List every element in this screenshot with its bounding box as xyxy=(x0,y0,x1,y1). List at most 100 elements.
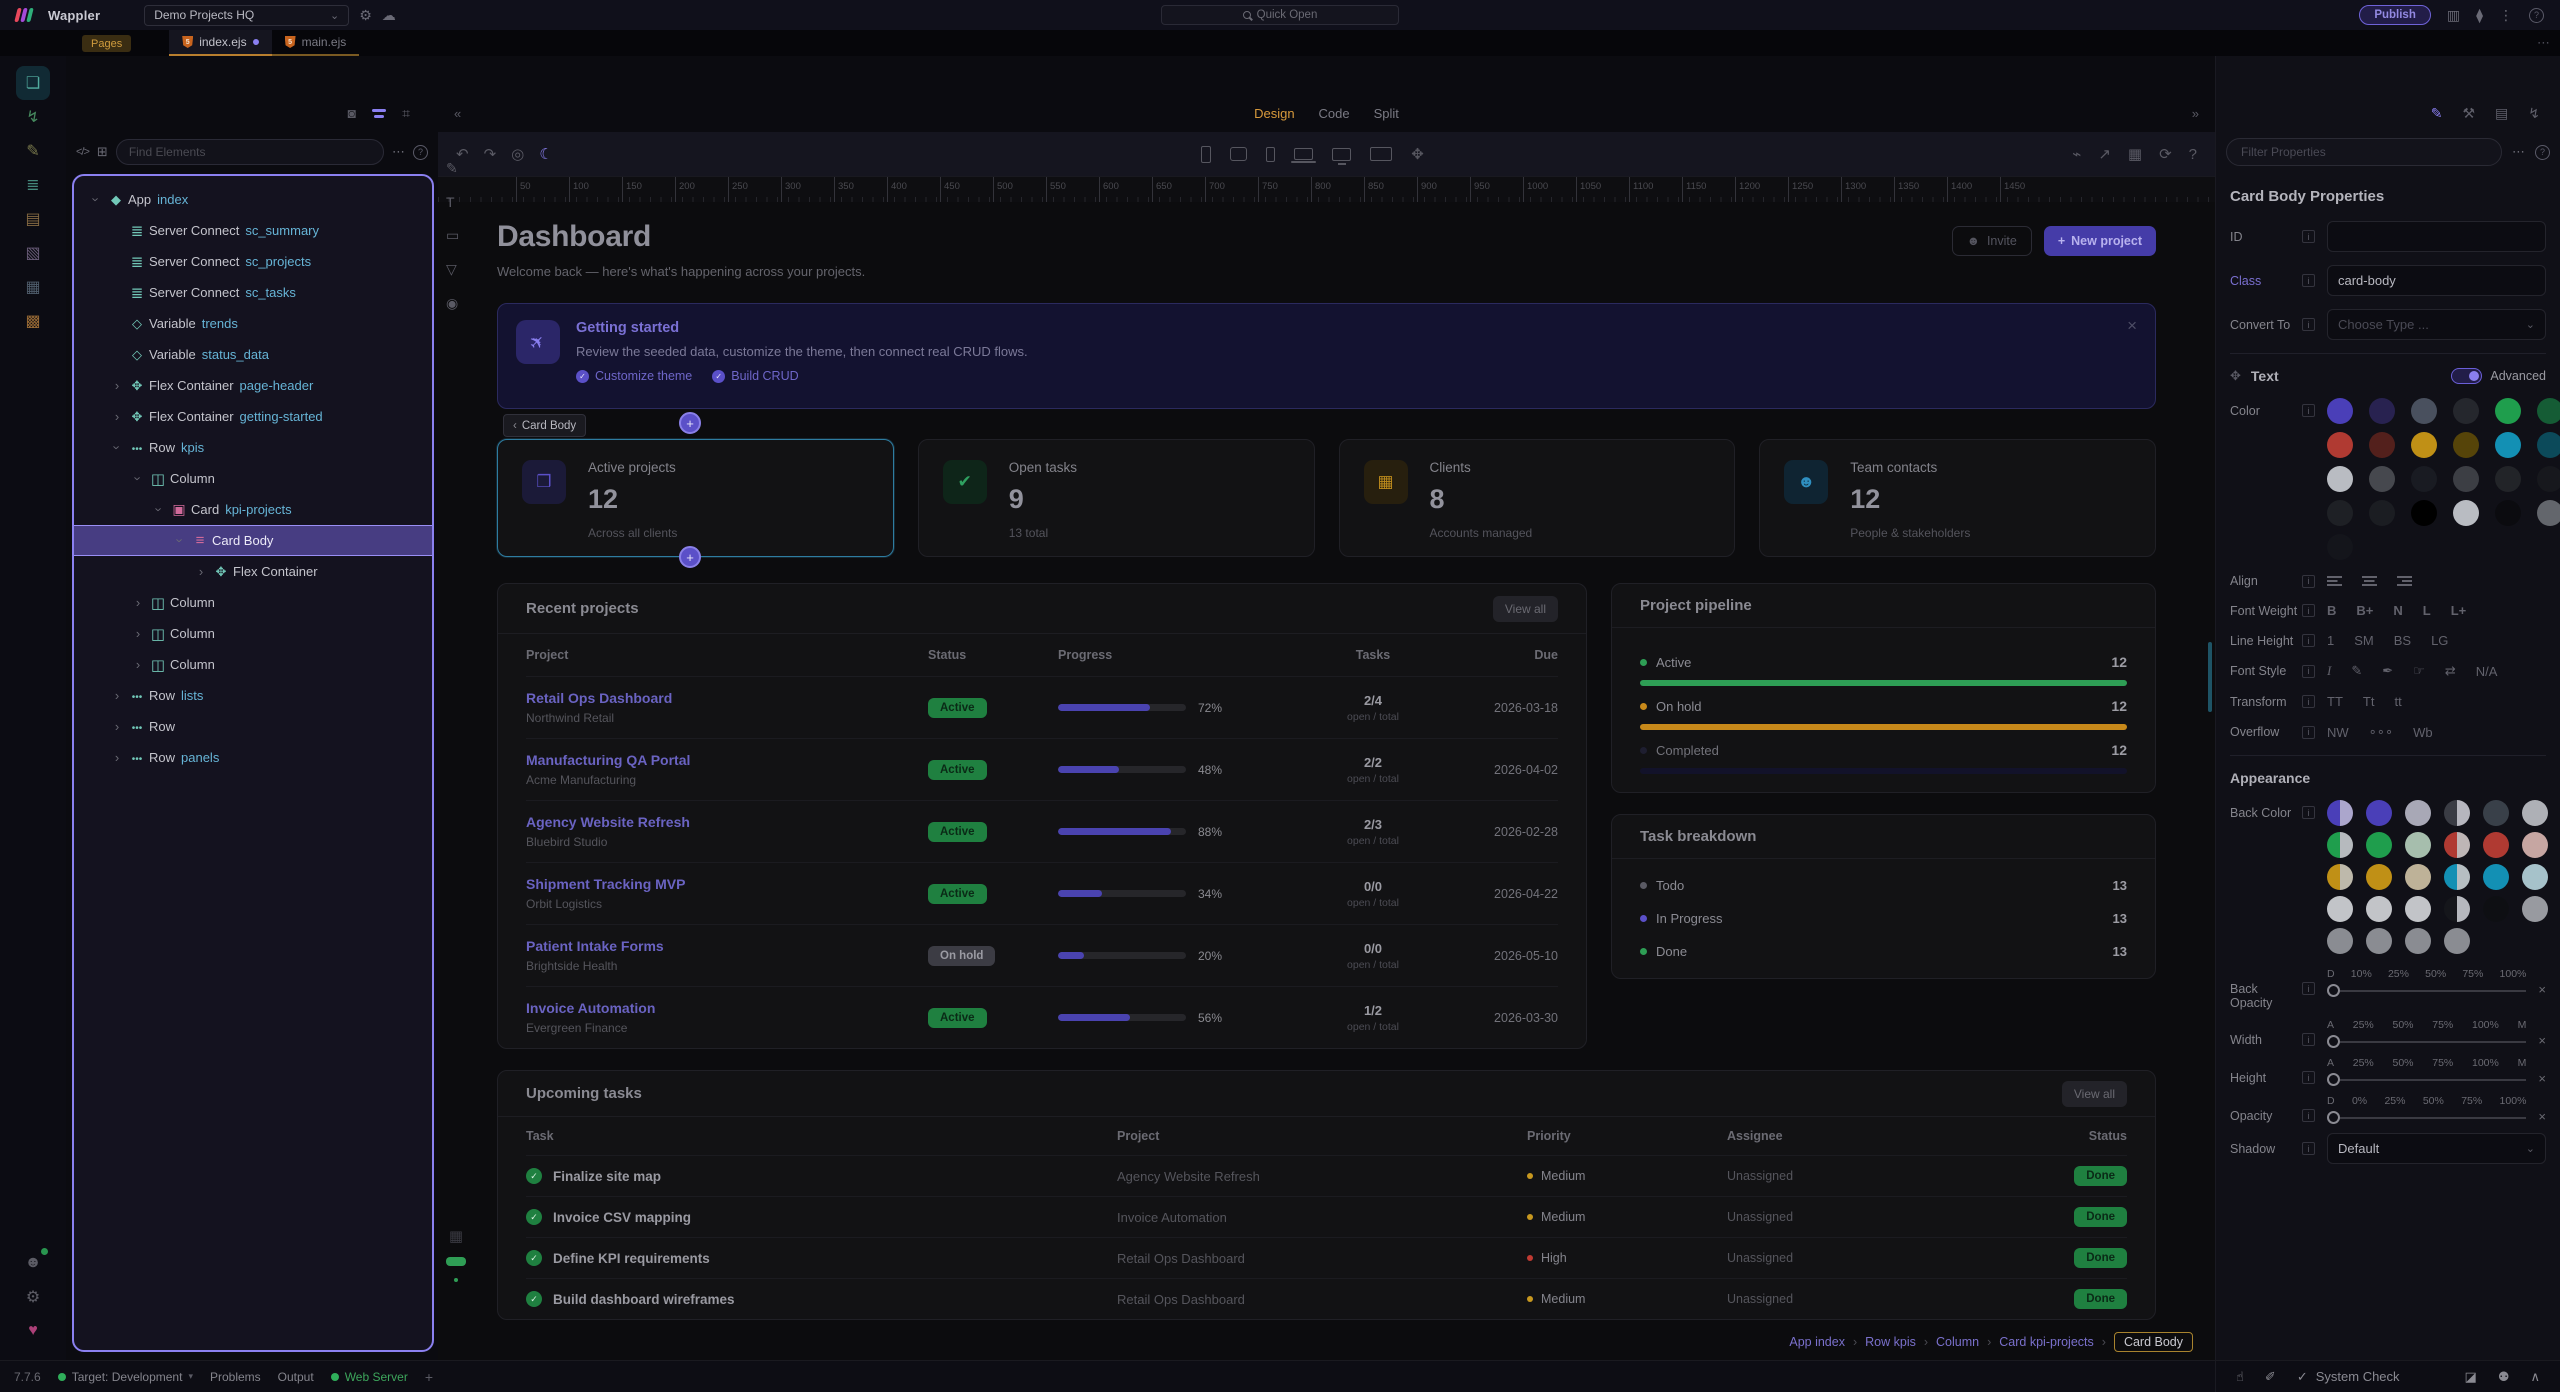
slider-tick-label[interactable]: 50% xyxy=(2425,968,2446,980)
device-phone-small-icon[interactable] xyxy=(1266,147,1275,162)
align-left-icon[interactable] xyxy=(2327,576,2342,587)
grid-view-icon[interactable]: ▦ xyxy=(2128,145,2142,163)
project-row[interactable]: Manufacturing QA Portal Acme Manufacturi… xyxy=(526,738,1558,800)
more-options-icon[interactable]: ⋯ xyxy=(392,144,405,160)
id-input[interactable] xyxy=(2327,221,2546,252)
edit-tool-icon[interactable]: ✎ xyxy=(446,160,459,177)
slider-tick-label[interactable]: 75% xyxy=(2432,1057,2453,1069)
convert-type-select[interactable]: Choose Type ... ⌄ xyxy=(2327,309,2546,340)
task-row[interactable]: Invoice CSV mapping Invoice Automation M… xyxy=(526,1196,2127,1237)
slider-tick-label[interactable]: 100% xyxy=(2472,1057,2499,1069)
color-swatch[interactable] xyxy=(2411,500,2437,526)
breadcrumb-item[interactable]: Column xyxy=(1936,1335,1999,1349)
view-split[interactable]: Split xyxy=(1374,106,1399,121)
layout-columns-icon[interactable]: ▥ xyxy=(2447,8,2460,22)
back-color-swatch[interactable] xyxy=(2444,928,2470,954)
clear-icon[interactable]: × xyxy=(2538,1109,2546,1124)
color-swatch[interactable] xyxy=(2495,466,2521,492)
slider-tick-label[interactable]: 0% xyxy=(2352,1095,2367,1107)
project-name-link[interactable]: Retail Ops Dashboard xyxy=(526,690,928,706)
grid-toggle-icon[interactable]: ▦ xyxy=(449,1227,463,1245)
expand-chevron-icon[interactable] xyxy=(130,657,146,672)
tree-item[interactable]: Column xyxy=(74,463,432,494)
slider-tick-label[interactable]: M xyxy=(2518,1019,2527,1031)
expand-chevron-icon[interactable] xyxy=(109,719,125,734)
clear-icon[interactable]: × xyxy=(2538,982,2546,997)
back-color-swatch[interactable] xyxy=(2366,864,2392,890)
project-name-link[interactable]: Shipment Tracking MVP xyxy=(526,876,928,892)
back-color-swatch[interactable] xyxy=(2522,832,2548,858)
publish-button[interactable]: Publish xyxy=(2359,5,2431,25)
expand-chevron-icon[interactable] xyxy=(109,378,125,393)
shadow-select[interactable]: Default ⌄ xyxy=(2327,1133,2546,1164)
slider-tick-label[interactable]: D xyxy=(2327,1095,2335,1107)
task-row[interactable]: Build dashboard wireframes Retail Ops Da… xyxy=(526,1278,2127,1319)
actions-icon[interactable]: ↯ xyxy=(2528,105,2540,122)
transform-option[interactable]: TT xyxy=(2327,694,2343,709)
expand-chevron-icon[interactable] xyxy=(130,626,146,641)
device-desktop-icon[interactable] xyxy=(1332,148,1351,161)
pages-icon[interactable]: ❏ xyxy=(16,66,50,100)
toggle-switch[interactable] xyxy=(2451,368,2482,384)
tree-item[interactable]: Flex Container getting-started xyxy=(74,401,432,432)
breadcrumb-item[interactable]: App index xyxy=(1789,1335,1865,1349)
tree-item[interactable]: Card kpi-projects xyxy=(74,494,432,525)
view-design[interactable]: Design xyxy=(1254,106,1294,121)
visibility-tool-icon[interactable]: ◉ xyxy=(446,295,459,312)
tree-item[interactable]: Flex Container page-header xyxy=(74,370,432,401)
layers-icon[interactable]: ▦ xyxy=(16,270,50,304)
kpi-card[interactable]: Clients 8 Accounts managed xyxy=(1339,439,1736,557)
clear-icon[interactable]: × xyxy=(2538,1033,2546,1048)
code-icon[interactable]: </> xyxy=(76,146,89,158)
tree-item[interactable]: Server Connect sc_projects xyxy=(74,246,432,277)
class-input[interactable]: card-body xyxy=(2327,265,2546,296)
kpi-card[interactable]: Open tasks 9 13 total xyxy=(918,439,1315,557)
help-icon[interactable]: ? xyxy=(413,145,428,160)
redo-icon[interactable]: ↷ xyxy=(484,145,497,163)
slider-tick-label[interactable]: 75% xyxy=(2461,1095,2482,1107)
tree-item[interactable]: Column xyxy=(74,649,432,680)
breadcrumb-item[interactable]: Row kpis xyxy=(1865,1335,1936,1349)
add-panel-icon[interactable]: + xyxy=(425,1369,433,1385)
back-color-swatch[interactable] xyxy=(2327,896,2353,922)
tree-item[interactable]: Variable trends xyxy=(74,308,432,339)
view-all-button[interactable]: View all xyxy=(1493,596,1558,622)
banner-badge-build-crud[interactable]: Build CRUD xyxy=(712,369,798,383)
expand-chevron-icon[interactable] xyxy=(151,502,167,517)
slider-tick-label[interactable]: 50% xyxy=(2393,1019,2414,1031)
system-check-button[interactable]: ✓ System Check xyxy=(2297,1369,2400,1385)
more-kebab-icon[interactable]: ⋮ xyxy=(2499,8,2513,22)
project-row[interactable]: Invoice Automation Evergreen Finance Act… xyxy=(526,986,1558,1048)
insert-after-button[interactable]: + xyxy=(679,546,701,568)
color-swatch[interactable] xyxy=(2495,398,2521,424)
font-weight-option[interactable]: N xyxy=(2393,603,2402,618)
tree-item[interactable]: Row kpis xyxy=(74,432,432,463)
bug-debug-icon[interactable]: ⚉ xyxy=(2498,1369,2510,1385)
filter-properties-input[interactable] xyxy=(2226,138,2502,166)
project-row[interactable]: Agency Website Refresh Bluebird Studio A… xyxy=(526,800,1558,862)
color-swatch[interactable] xyxy=(2411,466,2437,492)
tree-item[interactable]: Server Connect sc_tasks xyxy=(74,277,432,308)
task-check-icon[interactable] xyxy=(526,1168,542,1184)
expand-chevron-icon[interactable] xyxy=(193,564,209,579)
dom-tree-view-icon[interactable]: ⌗ xyxy=(402,105,410,122)
slider-knob[interactable] xyxy=(2327,1111,2340,1124)
project-settings-gear-icon[interactable]: ⚙ xyxy=(359,8,372,22)
globals-icon[interactable]: ▤ xyxy=(16,202,50,236)
slider-tick-label[interactable]: 50% xyxy=(2393,1057,2414,1069)
project-selector[interactable]: Demo Projects HQ ⌄ xyxy=(144,5,349,26)
expand-chevron-icon[interactable] xyxy=(172,533,188,548)
expand-chevron-icon[interactable] xyxy=(109,409,125,424)
text-tool-icon[interactable]: T xyxy=(446,194,459,210)
expand-chevron-icon[interactable] xyxy=(109,750,125,765)
color-swatch[interactable] xyxy=(2411,432,2437,458)
slider-tick-label[interactable]: A xyxy=(2327,1019,2334,1031)
na-option[interactable]: N/A xyxy=(2476,664,2498,679)
tree-item[interactable]: Server Connect sc_summary xyxy=(74,215,432,246)
server-connect-icon[interactable]: ↯ xyxy=(16,100,50,134)
color-swatch[interactable] xyxy=(2537,500,2560,526)
tree-item[interactable]: Card Body xyxy=(74,525,432,556)
project-row[interactable]: Patient Intake Forms Brightside Health O… xyxy=(526,924,1558,986)
back-color-swatch[interactable] xyxy=(2366,896,2392,922)
back-color-swatch[interactable] xyxy=(2522,896,2548,922)
